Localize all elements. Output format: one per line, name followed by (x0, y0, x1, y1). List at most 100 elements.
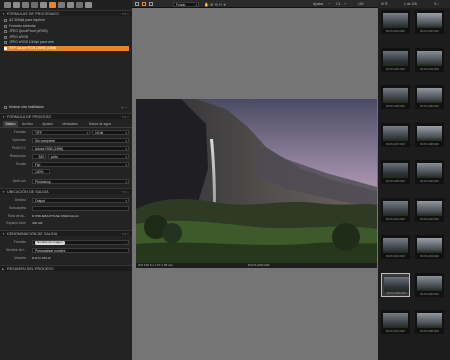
recipe-checkbox[interactable] (4, 46, 7, 50)
scale-select[interactable]: Fijo (32, 161, 129, 168)
tool-tab-icon[interactable] (22, 2, 29, 8)
process-summary-header[interactable]: ▶ RESUMEN DEL PROCESO (0, 265, 132, 271)
thumbnail-image (383, 163, 408, 178)
recipe-item[interactable]: A3 300dpi para imprimir (4, 18, 129, 23)
free-space-value: 300 GB (32, 221, 43, 225)
recipe-label: TIFF Adobe RGB (1998) (16bit) (9, 45, 57, 50)
tool-tab-icon[interactable] (85, 2, 92, 8)
bit-depth-select[interactable]: 16 bit (92, 129, 129, 136)
naming-format-field[interactable]: Nombre de imagen … (32, 239, 129, 246)
icc-profile-select[interactable]: Adobe RGB (1998) (32, 145, 129, 152)
thumbnail[interactable]: D1171-037.CR2 (381, 122, 410, 147)
thumbnail-name: D1171-033.CR2 (386, 67, 405, 71)
naming-format-label: Formato (13, 240, 26, 244)
thumbnail[interactable]: D1171-036.CR2 (415, 85, 444, 109)
recipe-label: JPEG sRGB 100dpi para web (9, 40, 54, 44)
thumbnail[interactable]: D1171-042.CR2 (415, 197, 444, 222)
zoom-value[interactable]: 1:1 (336, 2, 341, 6)
thumbnail[interactable]: D1171-031.CR2 (381, 10, 410, 34)
tool-tab-icon[interactable] (40, 2, 47, 8)
mode-select[interactable]: Fondo (173, 1, 199, 8)
recipe-checkbox[interactable] (4, 24, 7, 28)
recipe-checkbox[interactable] (4, 35, 7, 39)
recipe-label: JPEG sRGB (9, 34, 28, 39)
format-label: Formato (13, 130, 26, 134)
tool-tab-icon[interactable] (67, 2, 74, 8)
recipe-item[interactable]: Formato estándar (4, 24, 129, 29)
subfolder-input[interactable] (32, 205, 129, 211)
section-controls-icon[interactable]: ? ≡ × (122, 114, 129, 120)
scale-percent-input[interactable]: 100% (32, 169, 50, 174)
fit-value[interactable]: 100 (358, 2, 364, 6)
compare-view-icon[interactable] (149, 2, 153, 6)
thumbnail-name: D1171-043.CR2 (386, 255, 405, 258)
browser-count: 1 de 126 (404, 2, 417, 6)
format-select[interactable]: TIFF (32, 129, 90, 136)
edit-icon[interactable]: … (124, 241, 128, 246)
output-naming-header[interactable]: ▼ DENOMINACIÓN DE SALIDA ? ≡ × (0, 230, 132, 236)
multi-view-icon[interactable] (142, 2, 146, 6)
thumbnail[interactable]: D1171-038.CR2 (415, 122, 444, 147)
destination-select[interactable]: Output (32, 197, 129, 204)
zoom-in-icon[interactable]: + (344, 2, 346, 6)
section-controls-icon[interactable]: ? ≡ × (122, 231, 129, 237)
recipe-item[interactable]: JPEG QuickProof (sRGB) (4, 29, 129, 34)
section-controls-icon[interactable]: ? ≡ × (122, 11, 129, 17)
thumbnail-image (417, 238, 442, 253)
thumbnail-image (383, 13, 408, 28)
resolution-unit-select[interactable]: px/in (48, 153, 129, 160)
output-location-header[interactable]: ▼ UBICACIÓN DE SALIDA ? ≡ × (0, 188, 132, 194)
compression-select[interactable]: Sin comprimir (32, 137, 129, 144)
thumbnail[interactable]: D1171-039.CR2 (381, 160, 410, 184)
free-space-label: Espacio Libre (6, 221, 26, 225)
single-view-icon[interactable] (135, 2, 139, 6)
recipe-checkbox[interactable] (4, 41, 7, 44)
recipe-item[interactable]: JPEG sRGB (4, 35, 129, 40)
thumbnail[interactable]: D1171-034.CR2 (415, 47, 444, 72)
destination-label: Destino (14, 198, 26, 202)
tool-tab-icon[interactable] (49, 2, 56, 8)
thumbnail[interactable]: D1171-041.CR2 (381, 197, 410, 222)
adjust-label[interactable]: Ajustar (313, 2, 323, 6)
thumbnail[interactable]: D1171-047.CR2 (381, 310, 410, 334)
thumbnail[interactable]: D1171-043.CR2 (381, 235, 410, 259)
thumbnail[interactable]: D1171-044.CR2 (415, 235, 444, 259)
recipe-item[interactable]: JPEG sRGB 100dpi para web (4, 40, 129, 45)
thumbnail[interactable]: D1171-046.CR2 (415, 272, 444, 297)
tool-tab-icon[interactable] (76, 2, 83, 8)
photo-preview[interactable] (136, 99, 377, 263)
cursor-tools-icon[interactable]: ✋ ⊕ ⟲ ✂ ⌖ (204, 2, 226, 7)
show-enabled-row[interactable]: Mostrar sólo habilitados + − (4, 105, 129, 110)
recipe-checkbox[interactable] (4, 19, 7, 22)
thumbnail[interactable]: D1171-048.CR2 (415, 310, 444, 334)
recipe-label: JPEG QuickProof (sRGB) (9, 29, 48, 33)
filename-caption: D1171-045.CR2 (248, 263, 270, 267)
open-with-select[interactable]: Photoshop (32, 178, 129, 185)
zoom-out-icon[interactable]: − (328, 2, 330, 6)
recipes-header[interactable]: ▼ FÓRMULAS DE PROCESADO ? ≡ × (0, 10, 132, 16)
tool-panel: ▼ FÓRMULAS DE PROCESADO ? ≡ × A3 300dpi … (0, 0, 132, 360)
job-name-input[interactable]: Personalizar nombre (32, 247, 129, 253)
tool-tab-icon[interactable] (58, 2, 65, 8)
recipe-section-header[interactable]: ▼ FÓRMULA DE PROCESO ? ≡ × (0, 113, 132, 119)
thumbnail-image (383, 125, 408, 141)
show-enabled-checkbox[interactable] (4, 106, 7, 109)
thumbnail[interactable]: D1171-040.CR2 (415, 160, 444, 184)
browser-tools-icon[interactable]: ⊞ ☰ (381, 2, 388, 6)
thumbnail[interactable]: D1171-045.CR2 (381, 272, 410, 297)
tool-tab-icon[interactable] (31, 2, 38, 8)
section-controls-icon[interactable]: ? ≡ × (122, 189, 129, 195)
thumbnail[interactable]: D1171-035.CR2 (381, 85, 410, 109)
browser-sort-icon[interactable]: ⇅ ⌕ (434, 2, 440, 6)
image-name-token[interactable]: Nombre de imagen (35, 240, 65, 245)
recipe-checkbox[interactable] (4, 30, 7, 33)
tool-tab-icon[interactable] (4, 2, 11, 8)
add-remove-icon[interactable]: + − (121, 105, 127, 110)
viewer-caption: ISO 100 6.1 s f/7.1 28 mm D1171-045.CR2 (136, 263, 377, 268)
resolution-input[interactable]: 300 (32, 153, 46, 159)
thumbnail-image (417, 125, 442, 141)
recipe-item[interactable]: TIFF Adobe RGB (1998) (16bit) (4, 45, 129, 51)
tool-tab-icon[interactable] (13, 2, 20, 8)
thumbnail[interactable]: D1171-032.CR2 (415, 10, 444, 34)
thumbnail[interactable]: D1171-033.CR2 (381, 47, 410, 72)
